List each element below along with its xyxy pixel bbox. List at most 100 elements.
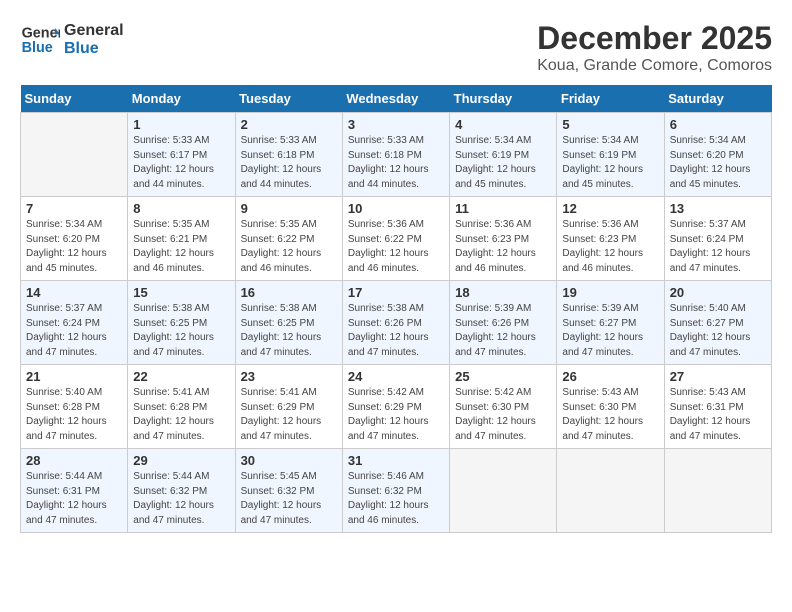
calendar-cell: 23 Sunrise: 5:41 AM Sunset: 6:29 PM Dayli… [235, 365, 342, 449]
title-section: December 2025 Koua, Grande Comore, Comor… [537, 20, 772, 75]
calendar-cell: 1 Sunrise: 5:33 AM Sunset: 6:17 PM Daylig… [128, 113, 235, 197]
calendar-body: 1 Sunrise: 5:33 AM Sunset: 6:17 PM Daylig… [21, 113, 772, 533]
day-number: 20 [670, 285, 766, 300]
calendar-cell: 30 Sunrise: 5:45 AM Sunset: 6:32 PM Dayli… [235, 449, 342, 533]
day-number: 11 [455, 201, 551, 216]
day-number: 13 [670, 201, 766, 216]
calendar-cell: 4Sunrise: 5:34 AM Sunset: 6:19 PM Daylig… [450, 113, 557, 197]
calendar-cell: 17Sunrise: 5:38 AM Sunset: 6:26 PM Dayli… [342, 281, 449, 365]
header-friday: Friday [557, 85, 664, 113]
calendar-cell: 5 Sunrise: 5:34 AM Sunset: 6:19 PM Daylig… [557, 113, 664, 197]
svg-text:Blue: Blue [22, 40, 53, 56]
day-info: Sunrise: 5:33 AM Sunset: 6:17 PM Dayligh… [133, 134, 229, 192]
calendar-cell: 28 Sunrise: 5:44 AM Sunset: 6:31 PM Dayli… [21, 449, 128, 533]
logo-icon: General Blue [20, 20, 60, 60]
day-info: Sunrise: 5:35 AM Sunset: 6:21 PM Dayligh… [133, 218, 229, 276]
calendar-week-5: 28 Sunrise: 5:44 AM Sunset: 6:31 PM Dayli… [21, 449, 772, 533]
logo-text-line1: General [64, 22, 124, 40]
day-info: Sunrise: 5:40 AM Sunset: 6:27 PM Dayligh… [670, 302, 766, 360]
day-number: 1 [133, 117, 229, 132]
day-number: 3 [348, 117, 444, 132]
day-info: Sunrise: 5:41 AM Sunset: 6:29 PM Dayligh… [241, 386, 337, 444]
calendar-cell [450, 449, 557, 533]
day-info: Sunrise: 5:39 AM Sunset: 6:26 PM Dayligh… [455, 302, 551, 360]
day-info: Sunrise: 5:36 AM Sunset: 6:22 PM Dayligh… [348, 218, 444, 276]
logo: General Blue General Blue [20, 20, 124, 60]
calendar-cell: 29Sunrise: 5:44 AM Sunset: 6:32 PM Dayli… [128, 449, 235, 533]
day-number: 23 [241, 369, 337, 384]
day-info: Sunrise: 5:43 AM Sunset: 6:30 PM Dayligh… [562, 386, 658, 444]
day-number: 5 [562, 117, 658, 132]
calendar-cell [21, 113, 128, 197]
day-info: Sunrise: 5:34 AM Sunset: 6:20 PM Dayligh… [26, 218, 122, 276]
day-info: Sunrise: 5:40 AM Sunset: 6:28 PM Dayligh… [26, 386, 122, 444]
calendar-cell: 22 Sunrise: 5:41 AM Sunset: 6:28 PM Dayli… [128, 365, 235, 449]
calendar-table: SundayMondayTuesdayWednesdayThursdayFrid… [20, 85, 772, 533]
day-number: 24 [348, 369, 444, 384]
day-number: 8 [133, 201, 229, 216]
calendar-cell: 14Sunrise: 5:37 AM Sunset: 6:24 PM Dayli… [21, 281, 128, 365]
calendar-cell: 26Sunrise: 5:43 AM Sunset: 6:30 PM Dayli… [557, 365, 664, 449]
day-info: Sunrise: 5:41 AM Sunset: 6:28 PM Dayligh… [133, 386, 229, 444]
day-info: Sunrise: 5:38 AM Sunset: 6:26 PM Dayligh… [348, 302, 444, 360]
logo-text-line2: Blue [64, 40, 124, 58]
day-info: Sunrise: 5:38 AM Sunset: 6:25 PM Dayligh… [241, 302, 337, 360]
calendar-cell [664, 449, 771, 533]
day-info: Sunrise: 5:36 AM Sunset: 6:23 PM Dayligh… [562, 218, 658, 276]
calendar-cell: 27Sunrise: 5:43 AM Sunset: 6:31 PM Dayli… [664, 365, 771, 449]
day-info: Sunrise: 5:42 AM Sunset: 6:29 PM Dayligh… [348, 386, 444, 444]
calendar-cell: 11Sunrise: 5:36 AM Sunset: 6:23 PM Dayli… [450, 197, 557, 281]
calendar-cell: 2Sunrise: 5:33 AM Sunset: 6:18 PM Daylig… [235, 113, 342, 197]
calendar-cell: 8 Sunrise: 5:35 AM Sunset: 6:21 PM Daylig… [128, 197, 235, 281]
header-sunday: Sunday [21, 85, 128, 113]
day-info: Sunrise: 5:44 AM Sunset: 6:31 PM Dayligh… [26, 470, 122, 528]
calendar-cell: 13 Sunrise: 5:37 AM Sunset: 6:24 PM Dayli… [664, 197, 771, 281]
calendar-cell: 10 Sunrise: 5:36 AM Sunset: 6:22 PM Dayli… [342, 197, 449, 281]
day-info: Sunrise: 5:37 AM Sunset: 6:24 PM Dayligh… [670, 218, 766, 276]
calendar-week-1: 1 Sunrise: 5:33 AM Sunset: 6:17 PM Daylig… [21, 113, 772, 197]
day-info: Sunrise: 5:33 AM Sunset: 6:18 PM Dayligh… [241, 134, 337, 192]
day-info: Sunrise: 5:46 AM Sunset: 6:32 PM Dayligh… [348, 470, 444, 528]
calendar-cell [557, 449, 664, 533]
calendar-subtitle: Koua, Grande Comore, Comoros [537, 57, 772, 75]
day-number: 25 [455, 369, 551, 384]
calendar-cell: 18 Sunrise: 5:39 AM Sunset: 6:26 PM Dayli… [450, 281, 557, 365]
header-monday: Monday [128, 85, 235, 113]
calendar-header-row: SundayMondayTuesdayWednesdayThursdayFrid… [21, 85, 772, 113]
day-number: 30 [241, 453, 337, 468]
calendar-cell: 25 Sunrise: 5:42 AM Sunset: 6:30 PM Dayli… [450, 365, 557, 449]
day-info: Sunrise: 5:38 AM Sunset: 6:25 PM Dayligh… [133, 302, 229, 360]
calendar-cell: 7Sunrise: 5:34 AM Sunset: 6:20 PM Daylig… [21, 197, 128, 281]
day-number: 21 [26, 369, 122, 384]
calendar-cell: 31 Sunrise: 5:46 AM Sunset: 6:32 PM Dayli… [342, 449, 449, 533]
day-info: Sunrise: 5:34 AM Sunset: 6:19 PM Dayligh… [455, 134, 551, 192]
day-info: Sunrise: 5:35 AM Sunset: 6:22 PM Dayligh… [241, 218, 337, 276]
day-number: 12 [562, 201, 658, 216]
day-number: 15 [133, 285, 229, 300]
day-number: 6 [670, 117, 766, 132]
calendar-cell: 20 Sunrise: 5:40 AM Sunset: 6:27 PM Dayli… [664, 281, 771, 365]
svg-text:General: General [22, 26, 60, 42]
day-number: 31 [348, 453, 444, 468]
calendar-week-2: 7Sunrise: 5:34 AM Sunset: 6:20 PM Daylig… [21, 197, 772, 281]
day-info: Sunrise: 5:34 AM Sunset: 6:19 PM Dayligh… [562, 134, 658, 192]
header-thursday: Thursday [450, 85, 557, 113]
day-info: Sunrise: 5:42 AM Sunset: 6:30 PM Dayligh… [455, 386, 551, 444]
calendar-cell: 12 Sunrise: 5:36 AM Sunset: 6:23 PM Dayli… [557, 197, 664, 281]
day-number: 14 [26, 285, 122, 300]
day-info: Sunrise: 5:39 AM Sunset: 6:27 PM Dayligh… [562, 302, 658, 360]
day-info: Sunrise: 5:43 AM Sunset: 6:31 PM Dayligh… [670, 386, 766, 444]
day-info: Sunrise: 5:45 AM Sunset: 6:32 PM Dayligh… [241, 470, 337, 528]
calendar-cell: 21 Sunrise: 5:40 AM Sunset: 6:28 PM Dayli… [21, 365, 128, 449]
header-saturday: Saturday [664, 85, 771, 113]
calendar-title: December 2025 [537, 20, 772, 57]
day-number: 22 [133, 369, 229, 384]
day-number: 19 [562, 285, 658, 300]
calendar-cell: 9Sunrise: 5:35 AM Sunset: 6:22 PM Daylig… [235, 197, 342, 281]
day-number: 28 [26, 453, 122, 468]
header-tuesday: Tuesday [235, 85, 342, 113]
calendar-cell: 15 Sunrise: 5:38 AM Sunset: 6:25 PM Dayli… [128, 281, 235, 365]
day-number: 18 [455, 285, 551, 300]
day-number: 29 [133, 453, 229, 468]
day-number: 10 [348, 201, 444, 216]
